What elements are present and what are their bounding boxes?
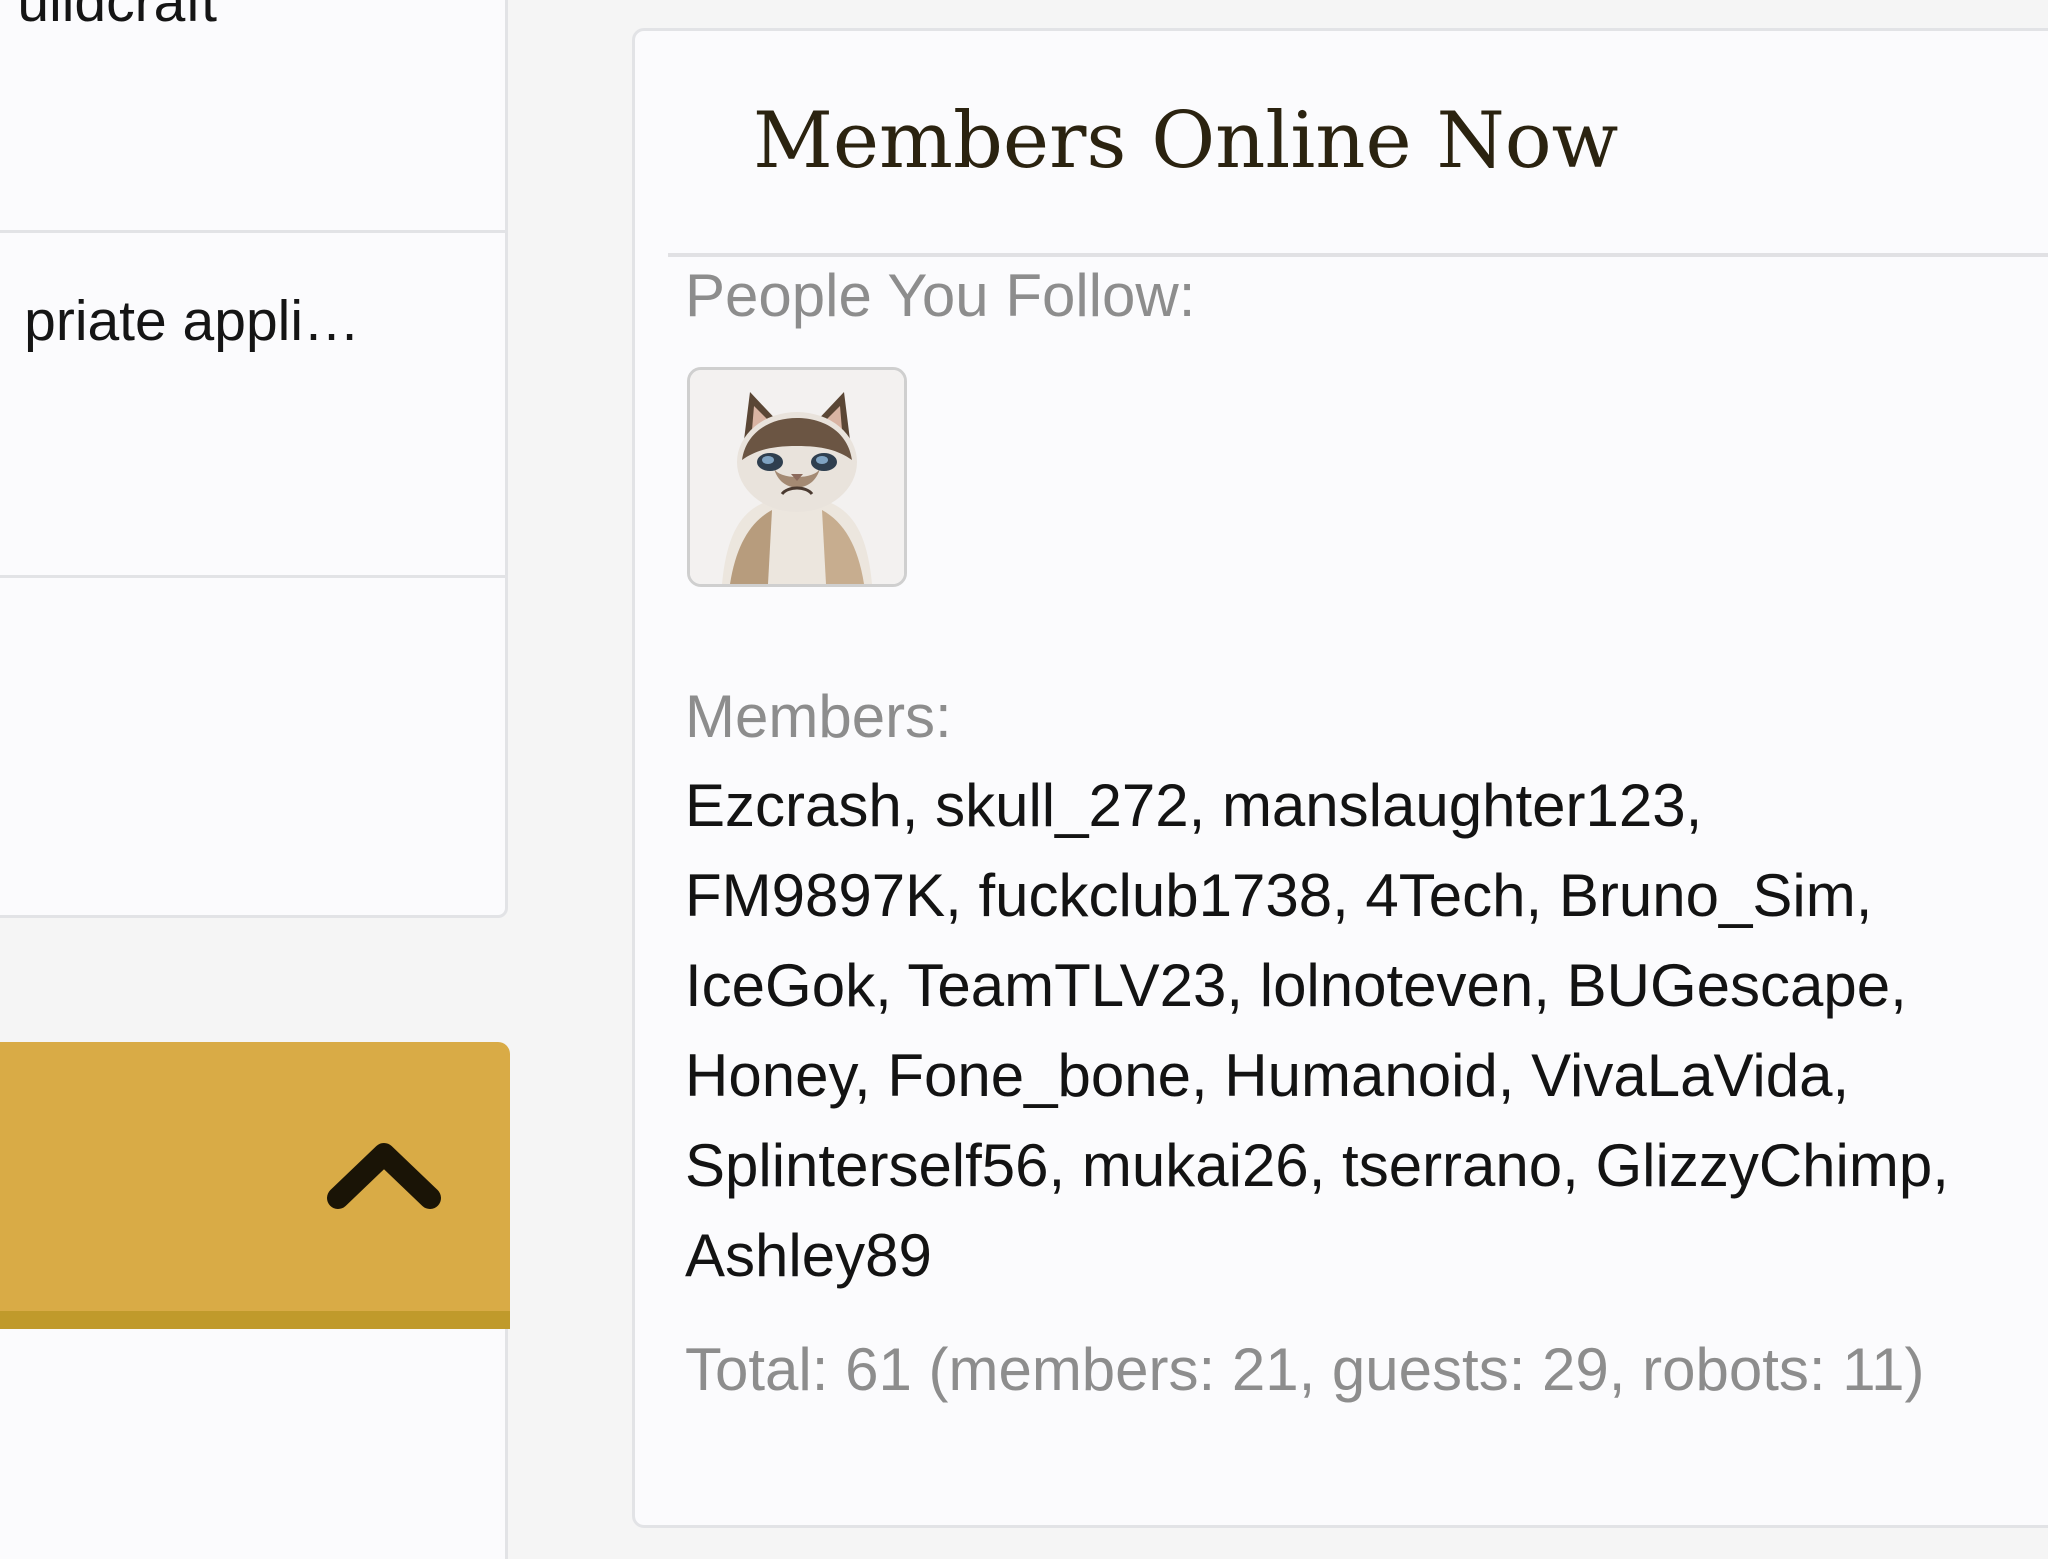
member-link[interactable]: TeamTLV23	[907, 952, 1226, 1019]
member-separator: ,	[1226, 952, 1260, 1019]
left-list-item[interactable]: uildcraft	[0, 0, 505, 233]
member-link[interactable]: skull_272	[935, 772, 1189, 839]
member-link[interactable]: Ashley89	[685, 1222, 932, 1289]
member-link[interactable]: manslaughter123	[1222, 772, 1686, 839]
member-link[interactable]: Bruno_Sim	[1559, 862, 1856, 929]
chevron-up-icon[interactable]	[326, 1132, 442, 1212]
member-separator: ,	[901, 772, 936, 839]
member-separator: ,	[1525, 862, 1559, 929]
followed-user-avatar[interactable]	[687, 367, 907, 587]
members-label: Members:	[685, 683, 952, 750]
member-link[interactable]: mukai26	[1082, 1132, 1309, 1199]
member-separator: ,	[1188, 772, 1222, 839]
member-link[interactable]: Ezcrash	[685, 772, 902, 839]
member-link[interactable]: VivaLaVida	[1531, 1042, 1832, 1109]
member-link[interactable]: BUGescape	[1567, 952, 1891, 1019]
block-title[interactable]: Members Online Now	[753, 93, 1618, 189]
member-separator: ,	[1890, 952, 1907, 1019]
member-link[interactable]: Splinterself56	[685, 1132, 1049, 1199]
online-total: Total: 61 (members: 21, guests: 29, robo…	[685, 1336, 1925, 1403]
people-you-follow-label: People You Follow:	[685, 262, 1196, 329]
member-separator: ,	[1855, 862, 1873, 929]
member-link[interactable]: 4Tech	[1365, 862, 1525, 929]
block-header: Members Online Now	[668, 71, 2048, 257]
members-line: FM9897K, fuckclub1738, 4Tech, Bruno_Sim,	[685, 851, 2048, 941]
member-separator: ,	[1533, 952, 1567, 1019]
member-separator: ,	[1685, 772, 1703, 839]
members-online-block: Members Online Now People You Follow: Me…	[632, 28, 2048, 1528]
members-line: Splinterself56, mukai26, tserrano, Glizz…	[685, 1121, 2048, 1211]
left-lower-panel	[0, 1329, 508, 1559]
member-separator: ,	[1308, 1132, 1343, 1199]
members-line: Ashley89	[685, 1211, 2048, 1301]
left-sidebar-panel: uildcraft priate appli…	[0, 0, 508, 918]
member-separator: ,	[875, 952, 908, 1019]
left-list-item[interactable]: priate appli…	[0, 233, 505, 578]
member-link[interactable]: fuckclub1738	[978, 862, 1332, 929]
member-link[interactable]: tserrano	[1342, 1132, 1562, 1199]
member-separator: ,	[1497, 1042, 1532, 1109]
member-link[interactable]: FM9897K	[685, 862, 945, 929]
member-link[interactable]: Humanoid	[1224, 1042, 1498, 1109]
member-link[interactable]: lolnoteven	[1260, 952, 1534, 1019]
member-link[interactable]: Fone_bone	[887, 1042, 1191, 1109]
member-separator: ,	[1932, 1132, 1949, 1199]
member-separator: ,	[1190, 1042, 1225, 1109]
member-separator: ,	[853, 1042, 888, 1109]
member-link[interactable]: GlizzyChimp	[1595, 1132, 1932, 1199]
member-separator: ,	[1832, 1042, 1850, 1109]
member-link[interactable]: Honey	[685, 1042, 854, 1109]
members-line: Honey, Fone_bone, Humanoid, VivaLaVida,	[685, 1031, 2048, 1121]
grumpy-cat-avatar-icon	[690, 370, 904, 584]
left-list-item-text[interactable]: uildcraft	[17, 0, 217, 37]
member-separator: ,	[1332, 862, 1366, 929]
members-list: Ezcrash, skull_272, manslaughter123, FM9…	[685, 761, 2048, 1301]
member-separator: ,	[1048, 1132, 1082, 1199]
left-list-item-text[interactable]: priate appli…	[24, 286, 360, 356]
member-separator: ,	[1562, 1132, 1596, 1199]
members-line: IceGok, TeamTLV23, lolnoteven, BUGescape…	[685, 941, 2048, 1031]
members-line: Ezcrash, skull_272, manslaughter123,	[685, 761, 2048, 851]
member-separator: ,	[945, 862, 979, 929]
member-link[interactable]: IceGok	[685, 952, 875, 1019]
